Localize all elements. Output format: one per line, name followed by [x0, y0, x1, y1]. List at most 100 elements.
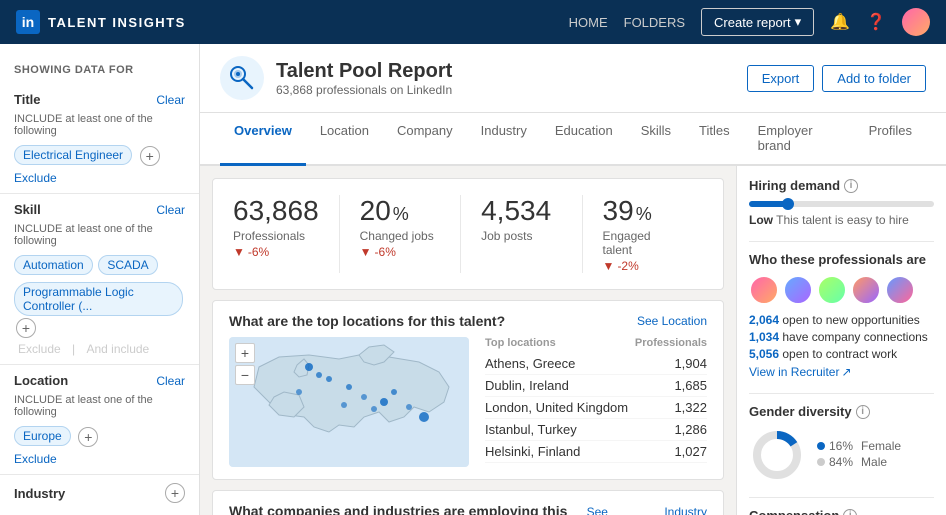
- gender-info-icon[interactable]: i: [856, 405, 870, 419]
- sidebar-title-helper: INCLUDE at least one of the following: [14, 113, 185, 137]
- see-location-link[interactable]: See Location: [637, 314, 707, 328]
- divider-1: [749, 241, 934, 242]
- tab-location[interactable]: Location: [306, 113, 383, 166]
- demand-bar-container: [749, 201, 934, 207]
- hiring-demand-section: Hiring demand i Low This talent is easy …: [749, 178, 934, 227]
- sidebar-skill-helper: INCLUDE at least one of the following: [14, 223, 185, 247]
- location-table: Top locations Professionals Athens, Gree…: [469, 337, 723, 467]
- tag-plc[interactable]: Programmable Logic Controller (...: [14, 282, 183, 316]
- tag-automation[interactable]: Automation: [14, 255, 93, 275]
- stats-row: 63,868 Professionals ▼ -6% 20 % Changed …: [212, 178, 724, 290]
- create-report-button[interactable]: Create report ▾: [701, 8, 814, 36]
- compensation-info-icon[interactable]: i: [843, 509, 857, 515]
- nav-left: in TALENT INSIGHTS: [16, 10, 186, 34]
- tab-profiles[interactable]: Profiles: [855, 113, 926, 166]
- add-to-folder-button[interactable]: Add to folder: [822, 65, 926, 92]
- main-layout: SHOWING DATA FOR Title Clear INCLUDE at …: [0, 44, 946, 515]
- sidebar-skill-exclude[interactable]: Exclude: [18, 342, 61, 356]
- male-dot: [817, 458, 825, 466]
- nav-home[interactable]: HOME: [569, 15, 608, 30]
- map-zoom-out[interactable]: −: [235, 365, 255, 385]
- demand-bar-marker: [782, 198, 794, 210]
- linkedin-logo: in: [16, 10, 40, 34]
- tab-overview[interactable]: Overview: [220, 113, 306, 166]
- tab-skills[interactable]: Skills: [627, 113, 685, 166]
- demand-label: Low This talent is easy to hire: [749, 213, 934, 227]
- stat-label-professionals: Professionals: [233, 229, 319, 243]
- sidebar-skill-tags: Automation SCADA: [14, 253, 185, 277]
- add-title-tag[interactable]: +: [140, 146, 160, 166]
- hiring-demand-title: Hiring demand i: [749, 178, 934, 193]
- user-avatar[interactable]: [902, 8, 930, 36]
- main-content: 63,868 Professionals ▼ -6% 20 % Changed …: [200, 166, 946, 515]
- bell-icon[interactable]: 🔔: [830, 12, 850, 32]
- sidebar-title-tags: Electrical Engineer +: [14, 143, 185, 167]
- add-skill-tag[interactable]: +: [16, 318, 36, 338]
- nav-folders[interactable]: FOLDERS: [624, 15, 685, 30]
- compensation-title: Compensation i: [749, 508, 934, 515]
- map-container: + −: [229, 337, 469, 467]
- report-subtitle: 63,868 professionals on LinkedIn: [276, 83, 452, 97]
- locations-card-title: What are the top locations for this tale…: [229, 313, 505, 329]
- stat-number-engaged: 39: [603, 195, 634, 227]
- view-in-recruiter-link[interactable]: View in Recruiter ↗: [749, 365, 934, 379]
- tab-titles[interactable]: Titles: [685, 113, 744, 166]
- mini-avatar-1: [749, 275, 779, 305]
- sidebar-title-clear[interactable]: Clear: [156, 93, 185, 107]
- loc-row-2: London, United Kingdom 1,322: [485, 397, 707, 419]
- add-location-tag[interactable]: +: [78, 427, 98, 447]
- mini-avatar-3: [817, 275, 847, 305]
- tab-industry[interactable]: Industry: [467, 113, 541, 166]
- sidebar-title-section: Title Clear INCLUDE at least one of the …: [0, 84, 199, 194]
- companies-card-title: What companies and industries are employ…: [229, 503, 587, 515]
- who-section: Who these professionals are 2,064 open t…: [749, 252, 934, 379]
- stat-professionals: 63,868 Professionals ▼ -6%: [233, 195, 340, 273]
- report-header: Talent Pool Report 63,868 professionals …: [200, 44, 946, 113]
- demand-bar-fill: [749, 201, 786, 207]
- see-industry-link[interactable]: Industry: [664, 505, 707, 515]
- tag-electrical-engineer[interactable]: Electrical Engineer: [14, 145, 132, 165]
- help-icon[interactable]: ❓: [866, 12, 886, 32]
- stat-label-jobs: Job posts: [481, 229, 561, 243]
- companies-card-header: What companies and industries are employ…: [213, 491, 723, 515]
- location-table-header: Top locations Professionals: [485, 337, 707, 349]
- sidebar-skill-tags-2: Programmable Logic Controller (... +: [14, 280, 185, 338]
- stat-changed-jobs: 20 % Changed jobs ▼ -6%: [360, 195, 461, 273]
- sidebar-showing-label: SHOWING DATA FOR: [0, 56, 199, 84]
- legend-male: 84% Male: [817, 455, 901, 469]
- sidebar-location-clear[interactable]: Clear: [156, 374, 185, 388]
- export-button[interactable]: Export: [747, 65, 815, 92]
- hiring-demand-info-icon[interactable]: i: [844, 179, 858, 193]
- content-area: Talent Pool Report 63,868 professionals …: [200, 44, 946, 515]
- sidebar-title-exclude[interactable]: Exclude: [14, 171, 185, 185]
- sidebar-skill-and-include[interactable]: And include: [87, 342, 150, 356]
- tab-company[interactable]: Company: [383, 113, 467, 166]
- down-arrow-icon-2: ▼: [360, 245, 372, 259]
- tag-scada[interactable]: SCADA: [98, 255, 157, 275]
- legend-female: 16% Female: [817, 439, 901, 453]
- demand-bar: [749, 201, 934, 207]
- see-company-link[interactable]: See Company: [587, 505, 653, 515]
- tab-employer-brand[interactable]: Employer brand: [744, 113, 855, 166]
- donut-chart: [749, 427, 805, 483]
- sidebar-skill-clear[interactable]: Clear: [156, 203, 185, 217]
- donut-legend: 16% Female 84% Male: [817, 439, 901, 471]
- sidebar-location-exclude[interactable]: Exclude: [14, 452, 185, 466]
- down-arrow-icon-3: ▼: [603, 259, 615, 273]
- sidebar-skill-section: Skill Clear INCLUDE at least one of the …: [0, 194, 199, 365]
- stat-label-engaged: Engaged talent: [603, 229, 683, 257]
- stat-change-changed: ▼ -6%: [360, 245, 440, 259]
- tag-europe[interactable]: Europe: [14, 426, 71, 446]
- companies-card-links: See Company Industry: [587, 505, 707, 515]
- map-zoom-in[interactable]: +: [235, 343, 255, 363]
- add-industry-tag[interactable]: +: [165, 483, 185, 503]
- report-icon: [220, 56, 264, 100]
- tab-education[interactable]: Education: [541, 113, 627, 166]
- who-stat-1: 1,034 have company connections: [749, 330, 934, 344]
- who-stat-2: 5,056 open to contract work: [749, 347, 934, 361]
- who-title: Who these professionals are: [749, 252, 934, 267]
- divider-2: [749, 393, 934, 394]
- locations-card-links: See Location: [637, 314, 707, 328]
- content-left: 63,868 Professionals ▼ -6% 20 % Changed …: [200, 166, 736, 515]
- loc-col-count: Professionals: [635, 337, 707, 349]
